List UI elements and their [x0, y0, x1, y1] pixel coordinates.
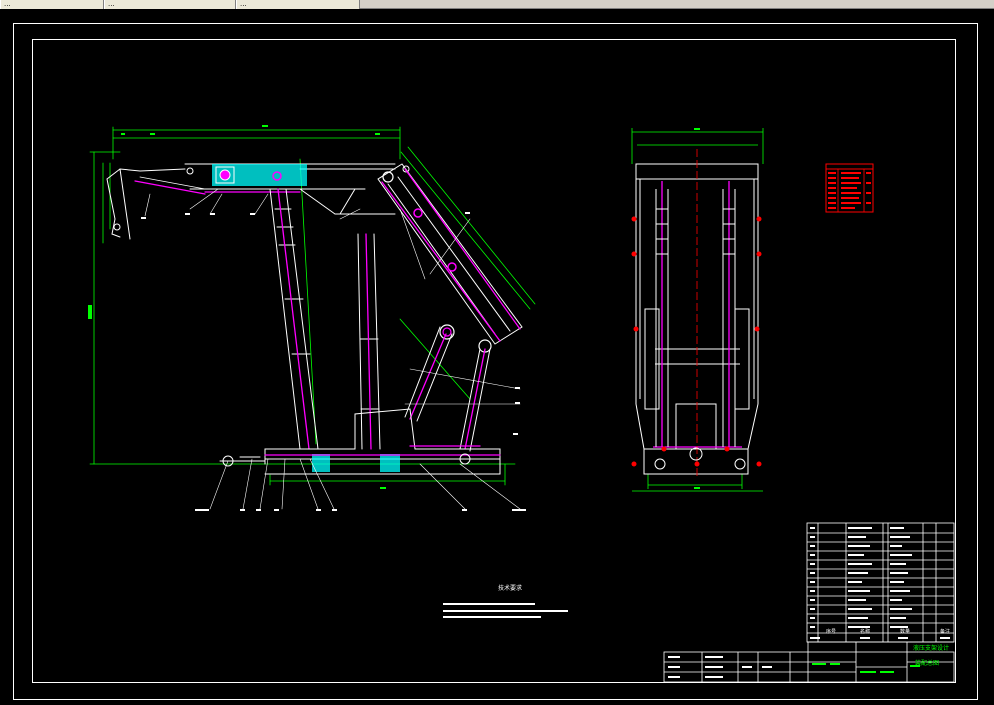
- document-tab-3[interactable]: ...: [236, 0, 360, 9]
- parts-list-header-no: 序号: [826, 629, 837, 635]
- parts-list-header-qty: 数量: [900, 629, 911, 635]
- tech-requirements-heading: 技术要求: [498, 585, 523, 592]
- front-view: [88, 125, 536, 511]
- parts-list: [806, 522, 955, 643]
- parts-list-header-name: 名称: [860, 629, 871, 635]
- technical-requirements: [443, 603, 568, 618]
- leader-lines: [144, 188, 521, 510]
- side-view: [631, 128, 764, 492]
- cad-drawing: [88, 125, 955, 683]
- shield-beam: [377, 163, 523, 345]
- height-dimension-label-mark: [88, 305, 92, 319]
- parts-list-header-remark: 备注: [940, 629, 951, 635]
- document-tab-strip: ... ... ...: [0, 0, 994, 9]
- title-block-green-marks: [812, 663, 920, 673]
- document-tab-2[interactable]: ...: [104, 0, 236, 9]
- title-block-drawing-title: 装配总图: [915, 660, 940, 667]
- drawing-viewport[interactable]: 技术要求 液压支架设计 装配总图 序号 名称 数量 备注: [0, 9, 994, 705]
- red-spec-table: [825, 163, 874, 213]
- title-block-name: 液压支架设计: [913, 645, 950, 652]
- document-tab-1[interactable]: ...: [0, 0, 104, 9]
